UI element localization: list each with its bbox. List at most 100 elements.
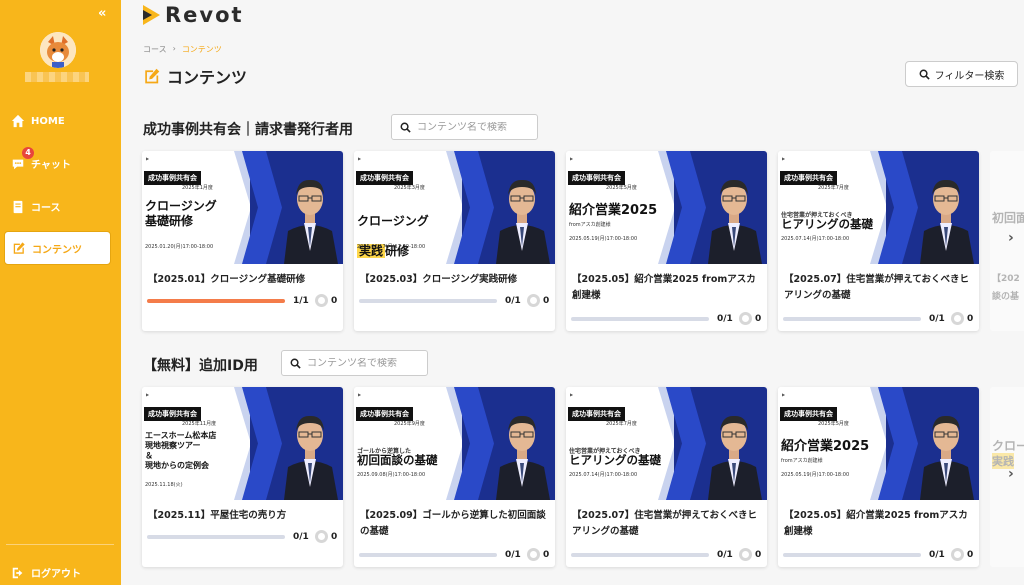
- content-title[interactable]: 【2025.01】クロージング基礎研修: [148, 272, 338, 288]
- thumbnail-headline: エースホーム松本店 現地視察ツアー ＆ 現地からの定例会: [145, 431, 217, 470]
- content-card[interactable]: ▶ 成功事例共有会 2025年3月度 クロージング 実践 研修 2025.03.1…: [354, 151, 555, 331]
- revot-logo[interactable]: Revot: [141, 2, 244, 28]
- page-title-text: コンテンツ: [167, 68, 248, 87]
- content-card[interactable]: ▶ 成功事例共有会 2025年5月度 紹介営業2025 fromアスカ創建様 2…: [778, 387, 979, 567]
- content-card[interactable]: ▶ 成功事例共有会 2025年7月度 住宅営業が押えておくべき ヒアリングの基礎…: [778, 151, 979, 331]
- thumbnail-tag-date: 2025年11月度: [182, 421, 217, 427]
- thumbnail-tag-date: 2025年1月度: [182, 185, 213, 191]
- progress-row: 0/1 0: [783, 548, 975, 561]
- thumbnail-tag: 成功事例共有会: [356, 171, 413, 185]
- like-icon[interactable]: [315, 530, 328, 543]
- section-search-field[interactable]: [281, 350, 428, 376]
- progress-row: 0/1 0: [359, 548, 551, 561]
- search-input[interactable]: [417, 121, 527, 133]
- peek-card[interactable]: 初回面 【202 談の基: [990, 151, 1024, 331]
- content-title[interactable]: 【2025.09】ゴールから逆算した初回面談の基礎: [360, 508, 550, 540]
- content-card[interactable]: ▶ 成功事例共有会 2025年1月度 クロージング 基礎研修 2025.01.2…: [142, 151, 343, 331]
- carousel-next-button[interactable]: ›: [1008, 230, 1014, 246]
- avatar[interactable]: [40, 32, 76, 68]
- content-card[interactable]: ▶ 成功事例共有会 2025年11月度 エースホーム松本店 現地視察ツアー ＆ …: [142, 387, 343, 567]
- content-thumbnail: ▶ 成功事例共有会 2025年7月度 住宅営業が押えておくべき ヒアリングの基礎…: [566, 387, 767, 500]
- breadcrumb-separator: ›: [172, 44, 176, 53]
- progress-row: 1/1 0: [147, 294, 339, 307]
- thumbnail-headline: クロージング 基礎研修: [145, 199, 217, 228]
- content-title[interactable]: 【2025.07】住宅営業が押えておくべきヒアリングの基礎: [572, 508, 762, 540]
- content-card[interactable]: ▶ 成功事例共有会 2025年7月度 住宅営業が押えておくべき ヒアリングの基礎…: [566, 387, 767, 567]
- progress-bar: [359, 552, 497, 557]
- content-card[interactable]: ▶ 成功事例共有会 2025年5月度 紹介営業2025 fromアスカ創建様 2…: [566, 151, 767, 331]
- content-title[interactable]: 【2025.07】住宅営業が押えておくべきヒアリングの基礎: [784, 272, 974, 304]
- like-count: 0: [543, 295, 550, 306]
- play-logo-icon: [143, 5, 160, 25]
- like-icon[interactable]: [739, 548, 752, 561]
- like-icon[interactable]: [951, 312, 964, 325]
- thumbnail-tag-date: 2025年7月度: [606, 421, 637, 427]
- presenter-photo: [284, 179, 338, 264]
- thumbnail-logo-icon: ▶: [570, 392, 574, 397]
- thumbnail-logo-icon: ▶: [146, 156, 150, 161]
- content-title[interactable]: 【2025.05】紹介営業2025 fromアスカ創建様: [784, 508, 974, 540]
- sidebar-item-course[interactable]: コース: [11, 199, 61, 214]
- breadcrumb-course-link[interactable]: コース: [143, 44, 167, 55]
- thumbnail-tag: 成功事例共有会: [356, 407, 413, 421]
- home-icon: [11, 114, 25, 128]
- sidebar-item-contents[interactable]: コンテンツ: [4, 231, 111, 265]
- peek-card[interactable]: クロー 実践: [990, 387, 1024, 567]
- section-search-field[interactable]: [391, 114, 538, 140]
- progress-bar: [147, 534, 285, 539]
- section-title: 【無料】追加ID用: [143, 358, 258, 374]
- breadcrumb: コース › コンテンツ: [143, 44, 222, 55]
- peek-headline: 初回面: [992, 211, 1024, 225]
- thumbnail-tag: 成功事例共有会: [568, 407, 625, 421]
- content-title[interactable]: 【2025.05】紹介営業2025 fromアスカ創建様: [572, 272, 762, 304]
- presenter-photo: [708, 415, 762, 500]
- progress-bar: [571, 316, 709, 321]
- presenter-photo: [920, 415, 974, 500]
- progress-count: 1/1: [293, 295, 309, 306]
- thumbnail-subtitle: fromアスカ創建様: [569, 222, 611, 228]
- carousel-next-button[interactable]: ›: [1008, 466, 1014, 482]
- like-icon[interactable]: [527, 294, 540, 307]
- thumbnail-headline: ヒアリングの基礎: [781, 217, 873, 231]
- sidebar-item-chat[interactable]: チャット: [11, 156, 71, 171]
- progress-count: 0/1: [929, 549, 945, 560]
- like-icon[interactable]: [527, 548, 540, 561]
- logout-button[interactable]: ログアウト: [11, 565, 81, 580]
- thumbnail-logo-icon: ▶: [146, 392, 150, 397]
- progress-fill: [147, 298, 285, 303]
- edit-icon: [13, 242, 25, 254]
- like-count: 0: [543, 549, 550, 560]
- progress-bar: [783, 552, 921, 557]
- thumbnail-logo-icon: ▶: [358, 156, 362, 161]
- like-icon[interactable]: [739, 312, 752, 325]
- search-input[interactable]: [307, 357, 417, 369]
- filter-search-button[interactable]: フィルター検索: [905, 61, 1018, 87]
- like-icon[interactable]: [315, 294, 328, 307]
- like-count: 0: [967, 549, 974, 560]
- thumbnail-date: 2025.01.20(月)17:00-18:00: [145, 244, 214, 250]
- sidebar-item-home[interactable]: HOME: [11, 114, 65, 128]
- thumbnail-date: 2025.11.18(火): [145, 482, 183, 488]
- content-card[interactable]: ▶ 成功事例共有会 2025年9月度 ゴールから逆算した 初回面談の基礎 202…: [354, 387, 555, 567]
- progress-row: 0/1 0: [359, 294, 551, 307]
- thumbnail-date: 2025.09.08(月)17:00-18:00: [357, 472, 426, 478]
- content-title[interactable]: 【2025.03】クロージング実践研修: [360, 272, 550, 288]
- like-icon[interactable]: [951, 548, 964, 561]
- presenter-photo: [496, 415, 550, 500]
- thumbnail-logo-icon: ▶: [570, 156, 574, 161]
- progress-bar: [783, 316, 921, 321]
- content-thumbnail: ▶ 成功事例共有会 2025年9月度 ゴールから逆算した 初回面談の基礎 202…: [354, 387, 555, 500]
- progress-count: 0/1: [505, 295, 521, 306]
- thumbnail-date: 2025.05.19(月)17:00-18:00: [569, 236, 638, 242]
- sidebar-item-label: チャット: [31, 160, 71, 171]
- content-title[interactable]: 【2025.11】平屋住宅の売り方: [148, 508, 338, 524]
- search-icon: [919, 69, 930, 80]
- thumbnail-tag: 成功事例共有会: [780, 171, 837, 185]
- collapse-sidebar-button[interactable]: «: [98, 6, 106, 21]
- progress-row: 0/1 0: [147, 530, 339, 543]
- progress-count: 0/1: [505, 549, 521, 560]
- logout-icon: [12, 567, 23, 578]
- sidebar-item-label: HOME: [31, 115, 65, 127]
- thumbnail-tag-date: 2025年5月度: [818, 421, 849, 427]
- like-count: 0: [755, 313, 762, 324]
